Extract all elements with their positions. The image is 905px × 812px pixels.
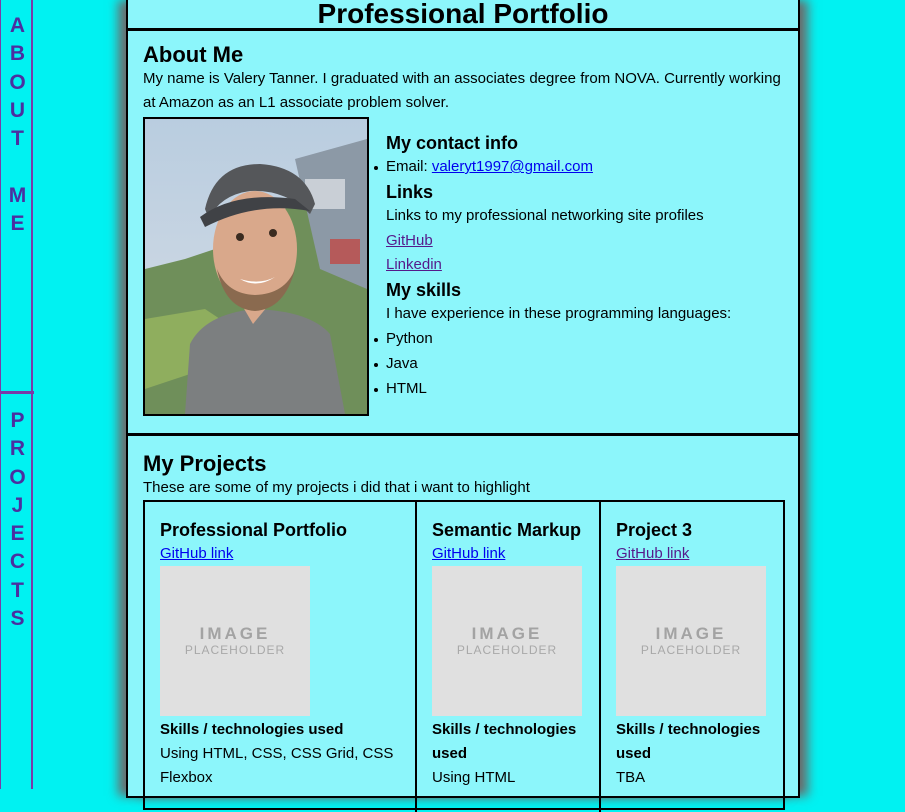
project-skills-text: Using HTML, CSS, CSS Grid, CSS Flexbox (160, 745, 394, 786)
side-navigation: A B O U T M E P R O J E C T S (0, 0, 34, 789)
profile-photo (143, 117, 369, 416)
email-link[interactable]: valeryt1997@gmail.com (432, 158, 593, 175)
profile-photo-graphic (145, 119, 367, 414)
placeholder-subtitle: PLACEHOLDER (456, 643, 558, 657)
project-skills-label: Skills / technologies used (616, 721, 761, 762)
project-image-placeholder: IMAGE PLACEHOLDER (432, 566, 582, 716)
nav-letter: O (9, 465, 26, 489)
nav-divider (1, 391, 34, 394)
page-title: Professional Portfolio (128, 0, 798, 31)
about-heading: About Me (143, 42, 244, 67)
skill-item: Python (374, 327, 786, 352)
project-card: Professional Portfolio GitHub link IMAGE… (145, 502, 417, 812)
projects-intro: These are some of my projects i did that… (143, 479, 530, 496)
main-panel: Professional Portfolio About Me My name … (126, 0, 800, 812)
nav-letter: P (10, 409, 25, 432)
contact-heading: My contact info (386, 133, 519, 153)
nav-letter: B (9, 42, 26, 66)
links-heading: Links (386, 181, 434, 202)
skills-intro: I have experience in these programming l… (386, 305, 732, 323)
placeholder-subtitle: PLACEHOLDER (184, 643, 286, 657)
nav-link-projects[interactable]: P R O J E C T S (1, 407, 34, 633)
github-profile-link[interactable]: GitHub (386, 232, 433, 249)
nav-letter: U (9, 98, 26, 122)
skill-item: Java (374, 352, 786, 377)
project-title: Professional Portfolio (160, 520, 348, 540)
nav-letter: T (11, 578, 24, 602)
nav-letter: S (10, 607, 25, 631)
project-image-placeholder: IMAGE PLACEHOLDER (160, 566, 310, 716)
nav-letter: R (9, 437, 26, 461)
project-skills-text: Using HTML (432, 769, 516, 786)
skills-heading: My skills (386, 280, 462, 301)
project-card: Semantic Markup GitHub link IMAGE PLACEH… (417, 502, 601, 812)
section-divider (128, 433, 798, 436)
project-github-link[interactable]: GitHub link (616, 542, 785, 566)
project-github-link[interactable]: GitHub link (160, 542, 415, 566)
project-github-link[interactable]: GitHub link (432, 542, 599, 566)
about-info: My contact info Email: valeryt1997@gmail… (374, 131, 786, 402)
project-skills-label: Skills / technologies used (432, 721, 577, 762)
placeholder-title: IMAGE (655, 624, 727, 643)
projects-grid: Professional Portfolio GitHub link IMAGE… (143, 500, 785, 812)
project-title: Semantic Markup (432, 520, 582, 540)
project-skills-label: Skills / technologies used (160, 721, 344, 738)
linkedin-profile-link[interactable]: Linkedin (386, 256, 442, 273)
project-image-placeholder: IMAGE PLACEHOLDER (616, 566, 766, 716)
nav-letter: C (9, 550, 26, 574)
nav-letter: J (11, 493, 24, 517)
email-item: Email: valeryt1997@gmail.com (374, 155, 786, 180)
nav-letter: E (10, 212, 25, 236)
project-skills-text: TBA (616, 769, 646, 786)
links-intro: Links to my professional networking site… (386, 206, 704, 224)
nav-letter: T (11, 127, 24, 151)
nav-letter: O (9, 70, 26, 94)
about-description: My name is Valery Tanner. I graduated wi… (143, 70, 781, 111)
nav-letter: A (9, 14, 26, 37)
placeholder-title: IMAGE (471, 624, 543, 643)
project-title: Project 3 (616, 520, 693, 540)
skill-item: HTML (374, 377, 786, 402)
project-card: Project 3 GitHub link IMAGE PLACEHOLDER … (601, 502, 785, 812)
placeholder-title: IMAGE (199, 624, 271, 643)
projects-heading: My Projects (143, 451, 267, 476)
nav-letter: E (10, 522, 25, 546)
placeholder-subtitle: PLACEHOLDER (640, 643, 742, 657)
nav-letter: M (8, 183, 27, 207)
email-label: Email: (386, 158, 432, 175)
nav-link-about-me[interactable]: A B O U T M E (1, 12, 34, 238)
